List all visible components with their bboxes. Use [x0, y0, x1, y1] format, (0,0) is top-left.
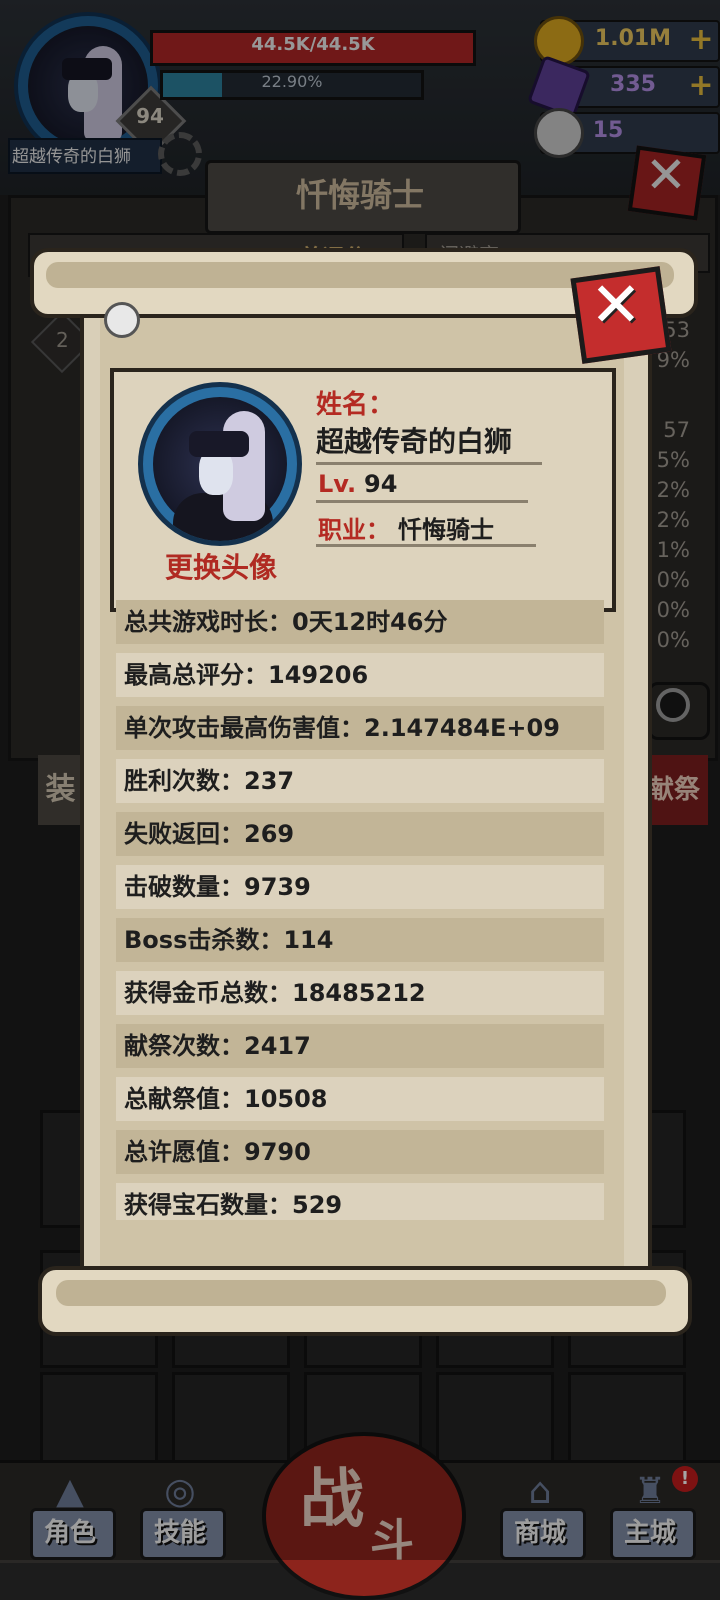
stat-gems: 获得宝石数量：529: [116, 1183, 604, 1220]
stat-retreats: 失败返回：269: [116, 812, 604, 856]
change-avatar-button[interactable]: 更换头像: [150, 546, 292, 586]
stat-kills: 击破数量：9739: [116, 865, 604, 909]
stat-play-time: 总共游戏时长：0天12时46分: [116, 600, 604, 644]
level-value: 94: [364, 470, 398, 498]
stat-wins: 胜利次数：237: [116, 759, 604, 803]
close-icon: ✕: [590, 268, 642, 341]
stat-boss-kills: Boss击杀数：114: [116, 918, 604, 962]
class-label: 职业：: [318, 516, 390, 544]
portrait-helmet: [189, 431, 249, 457]
stat-sacrifice-count: 献祭次数：2417: [116, 1024, 604, 1068]
stat-max-damage: 单次攻击最高伤害值：2.147484E+09: [116, 706, 604, 750]
class-value: 忏悔骑士: [398, 516, 494, 544]
divider: [316, 544, 536, 547]
stat-sacrifice-total: 总献祭值：10508: [116, 1077, 604, 1121]
stat-best-score: 最高总评分：149206: [116, 653, 604, 697]
scroll-bottom-shadow: [56, 1280, 666, 1306]
portrait-image: [153, 397, 287, 541]
level-label: Lv.: [318, 470, 357, 498]
name-value: 超越传奇的白狮: [316, 425, 513, 458]
profile-avatar[interactable]: [138, 382, 302, 546]
name-label: 姓名：: [316, 390, 395, 420]
divider: [316, 462, 542, 465]
divider: [316, 500, 528, 503]
stat-total-gold: 获得金币总数：18485212: [116, 971, 604, 1015]
stat-wish-total: 总许愿值：9790: [116, 1130, 604, 1174]
stats-list[interactable]: 总共游戏时长：0天12时46分 最高总评分：149206 单次攻击最高伤害值：2…: [116, 600, 604, 1220]
pin-icon: [104, 302, 140, 338]
